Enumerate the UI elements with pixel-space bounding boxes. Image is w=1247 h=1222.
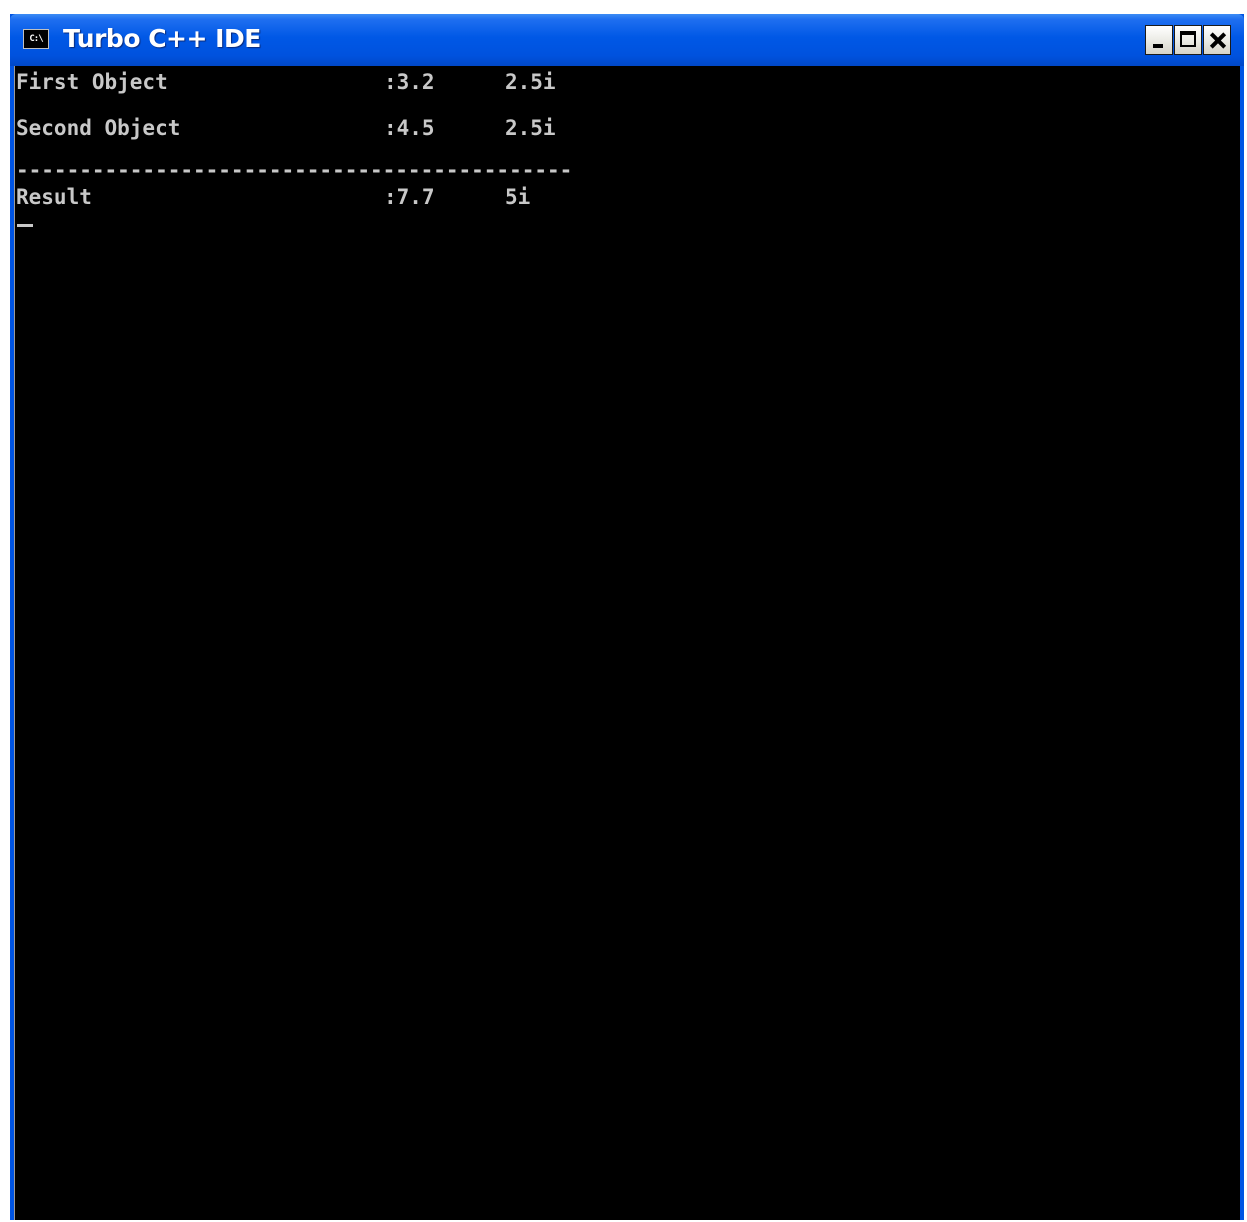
window-title: Turbo C++ IDE bbox=[63, 24, 261, 53]
console-app-icon[interactable]: C:\ bbox=[23, 29, 49, 49]
second-object-real: :4.5 bbox=[384, 116, 435, 140]
second-object-imag: 2.5i bbox=[505, 116, 556, 140]
separator-line: ----------------------------------------… bbox=[16, 158, 573, 182]
close-button[interactable] bbox=[1203, 25, 1231, 55]
first-object-imag: 2.5i bbox=[505, 70, 556, 94]
second-object-label: Second Object bbox=[16, 116, 181, 140]
first-object-real: :3.2 bbox=[384, 70, 435, 94]
text-cursor bbox=[17, 224, 33, 227]
result-imag: 5i bbox=[505, 185, 531, 209]
console-output[interactable]: First Object :3.2 2.5i Second Object :4.… bbox=[14, 66, 1240, 1220]
title-bar[interactable]: C:\ Turbo C++ IDE bbox=[10, 14, 1244, 66]
result-real: :7.7 bbox=[384, 185, 435, 209]
maximize-button[interactable] bbox=[1174, 25, 1202, 55]
result-label: Result bbox=[16, 185, 92, 209]
first-object-label: First Object bbox=[16, 70, 168, 94]
console-window: C:\ Turbo C++ IDE First Object :3.2 2.5i… bbox=[10, 14, 1244, 1220]
minimize-button[interactable] bbox=[1145, 25, 1173, 55]
